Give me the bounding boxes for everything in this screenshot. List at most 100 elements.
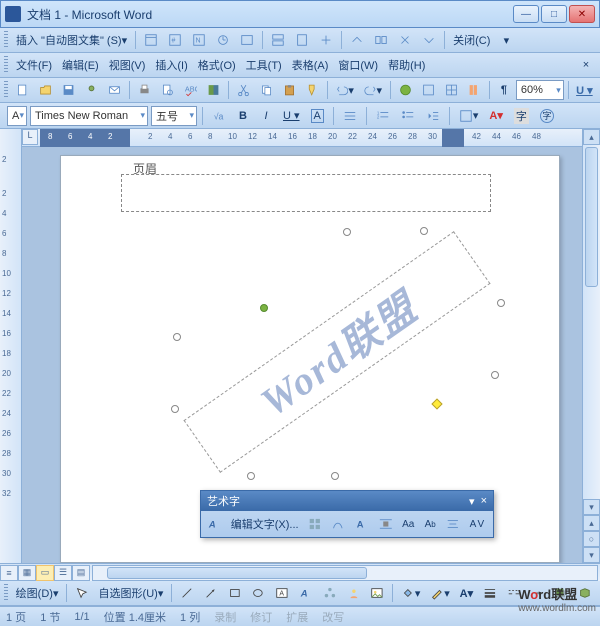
browse-next-button[interactable]: ▾ <box>583 547 600 563</box>
zoom-combo[interactable]: 60% <box>516 80 564 100</box>
header-tb-icon-7[interactable] <box>291 30 313 50</box>
wordart-toolbar[interactable]: 艺术字 ▾ × A 编辑文字(X)... A Aa Ab AV <box>200 490 494 538</box>
font-combo[interactable]: Times New Roman <box>30 106 148 126</box>
insert-table-button[interactable] <box>441 80 462 100</box>
phonetic-guide-button[interactable]: √a <box>208 106 230 126</box>
print-view-button[interactable]: ▭ <box>36 565 54 581</box>
toolbar-options-icon[interactable]: ▾ <box>469 495 475 508</box>
header-tb-icon-6[interactable] <box>267 30 289 50</box>
redo-button[interactable]: ▾ <box>360 80 386 100</box>
hyperlink-button[interactable] <box>395 80 416 100</box>
wordart-shape-button[interactable]: A <box>351 514 373 534</box>
header-tb-icon-8[interactable] <box>315 30 337 50</box>
menu-close-doc-button[interactable]: × <box>576 55 596 75</box>
resize-handle[interactable] <box>497 299 505 307</box>
select-objects-button[interactable] <box>71 583 93 603</box>
header-tb-icon-1[interactable] <box>140 30 162 50</box>
edit-text-button[interactable]: 编辑文字(X)... <box>228 514 302 534</box>
font-size-combo[interactable]: 五号 <box>151 106 197 126</box>
vertical-text-button[interactable]: Ab <box>420 514 440 534</box>
header-close-button[interactable]: 关闭(C) <box>449 30 494 50</box>
resize-handle[interactable] <box>420 227 428 235</box>
numbering-button[interactable]: 12 <box>372 106 394 126</box>
copy-button[interactable] <box>256 80 277 100</box>
diagram-button[interactable] <box>319 583 341 603</box>
email-button[interactable] <box>104 80 125 100</box>
print-preview-button[interactable] <box>157 80 178 100</box>
horizontal-ruler[interactable]: L 8 6 4 2 2 4 6 8 10 12 14 16 18 20 22 2… <box>22 129 582 147</box>
toolbar-grip[interactable] <box>4 584 8 602</box>
header-edit-box[interactable] <box>121 174 491 212</box>
decrease-indent-button[interactable] <box>422 106 444 126</box>
char-shading-button[interactable]: 字 <box>510 106 533 126</box>
menu-view[interactable]: 视图(V) <box>105 55 150 75</box>
reading-view-button[interactable]: ▤ <box>72 565 90 581</box>
text-wrapping-button[interactable] <box>375 514 397 534</box>
font-color-button-2[interactable]: A▾ <box>456 583 477 603</box>
web-view-button[interactable]: ▦ <box>18 565 36 581</box>
vertical-scrollbar[interactable]: ▴ ▾ ▴ ○ ▾ <box>582 129 600 563</box>
header-tb-icon-11[interactable] <box>394 30 416 50</box>
border-button[interactable]: ▾ <box>455 106 483 126</box>
same-letter-heights-button[interactable]: Aa <box>398 514 418 534</box>
insert-picture-button[interactable] <box>366 583 388 603</box>
wordart-object[interactable]: Word联盟 <box>177 232 497 472</box>
scroll-thumb[interactable] <box>585 147 598 287</box>
undo-button[interactable]: ▾ <box>332 80 358 100</box>
rectangle-button[interactable] <box>224 583 246 603</box>
underline-button[interactable]: U ▾ <box>573 80 596 100</box>
insert-autotext-button[interactable]: 插入 "自动图文集" (S) ▾ <box>12 30 131 50</box>
tab-selector[interactable]: L <box>22 129 38 145</box>
oval-button[interactable] <box>247 583 269 603</box>
italic-button[interactable]: I <box>256 106 276 126</box>
insert-wordart-button-2[interactable]: A <box>295 583 317 603</box>
menu-tools[interactable]: 工具(T) <box>242 55 286 75</box>
print-button[interactable] <box>134 80 155 100</box>
browse-select-button[interactable]: ○ <box>583 531 600 547</box>
menu-format[interactable]: 格式(O) <box>194 55 240 75</box>
draw-menu-button[interactable]: 绘图(D) ▾ <box>12 583 62 603</box>
close-button[interactable]: ✕ <box>569 5 595 23</box>
resize-handle[interactable] <box>173 333 181 341</box>
format-wordart-button[interactable] <box>327 514 349 534</box>
vertical-ruler[interactable]: 2 2 4 6 8 10 12 14 16 18 20 22 24 26 28 … <box>0 129 22 563</box>
resize-handle[interactable] <box>171 405 179 413</box>
toolbar-close-icon[interactable]: × <box>481 495 487 507</box>
scroll-thumb[interactable] <box>107 567 367 579</box>
insert-wordart-button[interactable]: A <box>204 514 226 534</box>
wordart-gallery-button[interactable] <box>304 514 326 534</box>
toolbar-options-icon[interactable]: ▾ <box>496 30 516 50</box>
resize-handle[interactable] <box>491 371 499 379</box>
style-combo[interactable]: A <box>7 106 27 126</box>
menu-help[interactable]: 帮助(H) <box>384 55 429 75</box>
show-hide-button[interactable]: ¶ <box>494 80 514 100</box>
adjust-handle[interactable] <box>431 398 442 409</box>
align-justify-button[interactable] <box>339 106 361 126</box>
line-color-button[interactable]: ▾ <box>426 583 453 603</box>
wordart-toolbar-title[interactable]: 艺术字 ▾ × <box>201 491 493 511</box>
menu-window[interactable]: 窗口(W) <box>334 55 382 75</box>
bold-button[interactable]: B <box>233 106 253 126</box>
browse-prev-button[interactable]: ▴ <box>583 515 600 531</box>
header-tb-icon-10[interactable] <box>370 30 392 50</box>
alignment-button[interactable] <box>442 514 464 534</box>
char-spacing-button[interactable]: AV <box>466 514 490 534</box>
spellcheck-button[interactable]: ABC <box>180 80 201 100</box>
textbox-button[interactable]: A <box>271 583 293 603</box>
format-painter-button[interactable] <box>302 80 323 100</box>
header-tb-icon-5[interactable] <box>236 30 258 50</box>
resize-handle[interactable] <box>331 472 339 480</box>
horizontal-scrollbar[interactable] <box>92 565 598 581</box>
fill-color-button[interactable]: ▾ <box>397 583 424 603</box>
line-style-button[interactable] <box>479 583 501 603</box>
new-button[interactable] <box>12 80 33 100</box>
enclose-char-button[interactable]: 字 <box>536 106 558 126</box>
font-color-button[interactable]: A▾ <box>485 106 506 126</box>
research-button[interactable] <box>203 80 224 100</box>
menu-file[interactable]: 文件(F) <box>12 55 56 75</box>
toolbar-grip[interactable] <box>4 81 8 99</box>
menu-insert[interactable]: 插入(I) <box>151 55 191 75</box>
underline-button-2[interactable]: U ▾ <box>279 106 304 126</box>
paste-button[interactable] <box>279 80 300 100</box>
save-button[interactable] <box>58 80 79 100</box>
